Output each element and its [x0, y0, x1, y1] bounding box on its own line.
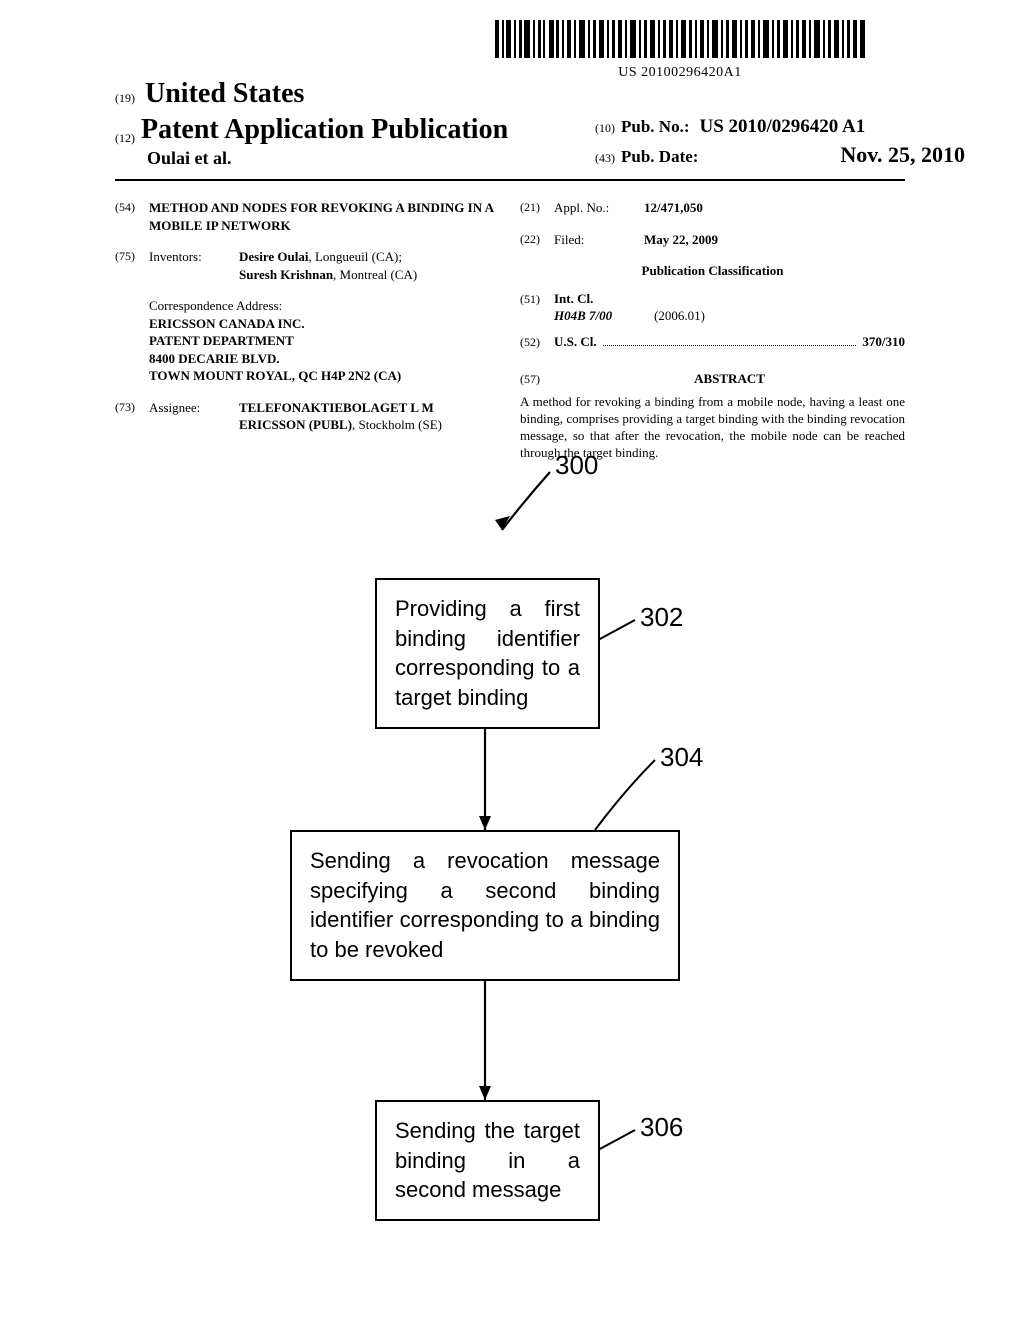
- pubdate-label: Pub. Date:: [621, 147, 698, 167]
- code-75: (75): [115, 248, 149, 283]
- code-54: (54): [115, 199, 149, 234]
- intcl-code: H04B 7/00: [554, 307, 654, 325]
- divider: [115, 179, 905, 181]
- corr-line-3: 8400 DECARIE BLVD.: [149, 350, 500, 368]
- invention-title: METHOD AND NODES FOR REVOKING A BINDING …: [149, 199, 500, 234]
- correspondence-address: Correspondence Address: ERICSSON CANADA …: [149, 297, 500, 385]
- bibliographic-data: (54) METHOD AND NODES FOR REVOKING A BIN…: [115, 199, 905, 461]
- publication-type: Patent Application Publication: [141, 114, 508, 146]
- ref-300: 300: [555, 450, 598, 481]
- dots-leader: [603, 345, 857, 346]
- classification-heading: Publication Classification: [520, 262, 905, 280]
- code-43: (43): [595, 151, 615, 166]
- code-52: (52): [520, 334, 554, 350]
- ref-304: 304: [660, 742, 703, 773]
- code-19: (19): [115, 91, 135, 105]
- assignee-body: TELEFONAKTIEBOLAGET L M ERICSSON (PUBL),…: [239, 399, 500, 434]
- header-right: (10) Pub. No.: US 2010/0296420 A1 (43) P…: [595, 116, 965, 172]
- corr-line-4: TOWN MOUNT ROYAL, QC H4P 2N2 (CA): [149, 367, 500, 385]
- abstract-heading: ABSTRACT: [554, 370, 905, 388]
- code-73: (73): [115, 399, 149, 434]
- pubno-value: US 2010/0296420 A1: [699, 116, 865, 138]
- inventor-1-loc: , Longueuil (CA);: [308, 249, 402, 264]
- left-column: (54) METHOD AND NODES FOR REVOKING A BIN…: [115, 199, 500, 461]
- code-21: (21): [520, 199, 554, 217]
- flowchart-figure: 300 Providing a first binding identifier…: [150, 450, 770, 1270]
- barcode-block: US 20100296420A1: [495, 20, 865, 81]
- flow-box-302: Providing a first binding identifier cor…: [375, 578, 600, 729]
- right-column: (21) Appl. No.: 12/471,050 (22) Filed: M…: [520, 199, 905, 461]
- flow-box-304: Sending a revocation message specifying …: [290, 830, 680, 981]
- pubno-label: Pub. No.:: [621, 117, 689, 137]
- code-10: (10): [595, 121, 615, 136]
- applno-label: Appl. No.:: [554, 199, 644, 217]
- patent-page: US 20100296420A1 (19) United States (12)…: [115, 0, 905, 461]
- corr-line-1: ERICSSON CANADA INC.: [149, 315, 500, 333]
- applno-value: 12/471,050: [644, 199, 905, 217]
- pubdate-value: Nov. 25, 2010: [840, 142, 965, 168]
- inventor-2-loc: , Montreal (CA): [333, 267, 417, 282]
- code-22: (22): [520, 231, 554, 249]
- ref-302: 302: [640, 602, 683, 633]
- assignee-label: Assignee:: [149, 399, 239, 434]
- barcode-icon: [495, 20, 865, 58]
- code-51: (51): [520, 291, 554, 307]
- uscl-label: U.S. Cl.: [554, 333, 597, 351]
- country-title: United States: [145, 78, 304, 109]
- corr-heading: Correspondence Address:: [149, 297, 500, 315]
- assignee-loc: , Stockholm (SE): [352, 417, 442, 432]
- code-12: (12): [115, 131, 135, 146]
- inventors-list: Desire Oulai, Longueuil (CA); Suresh Kri…: [239, 248, 500, 283]
- intcl-label: Int. Cl.: [554, 290, 593, 308]
- inventor-2-name: Suresh Krishnan: [239, 267, 333, 282]
- intcl-year: (2006.01): [654, 307, 705, 325]
- uscl-value: 370/310: [862, 333, 905, 351]
- code-57: (57): [520, 371, 554, 387]
- barcode-text: US 20100296420A1: [495, 65, 865, 81]
- inventor-1-name: Desire Oulai: [239, 249, 308, 264]
- flow-box-306: Sending the target binding in a second m…: [375, 1100, 600, 1221]
- filed-label: Filed:: [554, 231, 644, 249]
- corr-line-2: PATENT DEPARTMENT: [149, 332, 500, 350]
- ref-306: 306: [640, 1112, 683, 1143]
- filed-value: May 22, 2009: [644, 231, 905, 249]
- inventors-label: Inventors:: [149, 248, 239, 283]
